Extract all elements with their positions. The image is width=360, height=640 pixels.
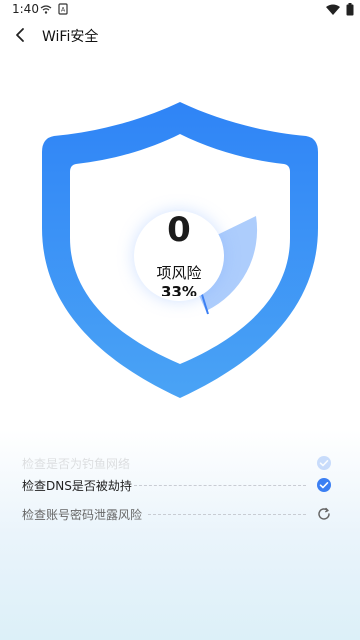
check-item-dns: 检查DNS是否被劫持 [22, 477, 332, 495]
check-circle-icon [316, 455, 332, 471]
page-title: WiFi安全 [42, 29, 99, 45]
risk-count: 0 [167, 210, 191, 250]
wifi-signal-icon [40, 3, 52, 18]
check-dots-divider [134, 485, 306, 486]
status-icons-right [326, 3, 354, 19]
check-label: 检查是否为钓鱼网络 [22, 457, 131, 471]
check-label: 检查DNS是否被劫持 [22, 479, 132, 493]
header: WiFi安全 [0, 20, 360, 50]
status-time: 1:40 [12, 2, 39, 16]
check-dots-divider [148, 514, 306, 515]
scan-progress-text: 33% [161, 284, 197, 296]
status-icons-left: A [40, 3, 68, 18]
check-item-phishing: 检查是否为钓鱼网络 [22, 455, 332, 473]
svg-text:A: A [61, 7, 66, 14]
wifi-icon [326, 4, 340, 19]
risk-label: 项风险 [156, 264, 202, 282]
battery-icon [346, 3, 354, 19]
sim-card-icon: A [58, 3, 68, 18]
chevron-left-icon [10, 28, 32, 50]
check-label: 检查账号密码泄露风险 [22, 508, 143, 522]
check-circle-icon [316, 477, 332, 493]
back-button[interactable] [10, 24, 32, 46]
refresh-icon [316, 506, 332, 522]
check-item-account-leak: 检查账号密码泄露风险 [22, 506, 332, 524]
status-bar: 1:40 A [0, 0, 360, 20]
